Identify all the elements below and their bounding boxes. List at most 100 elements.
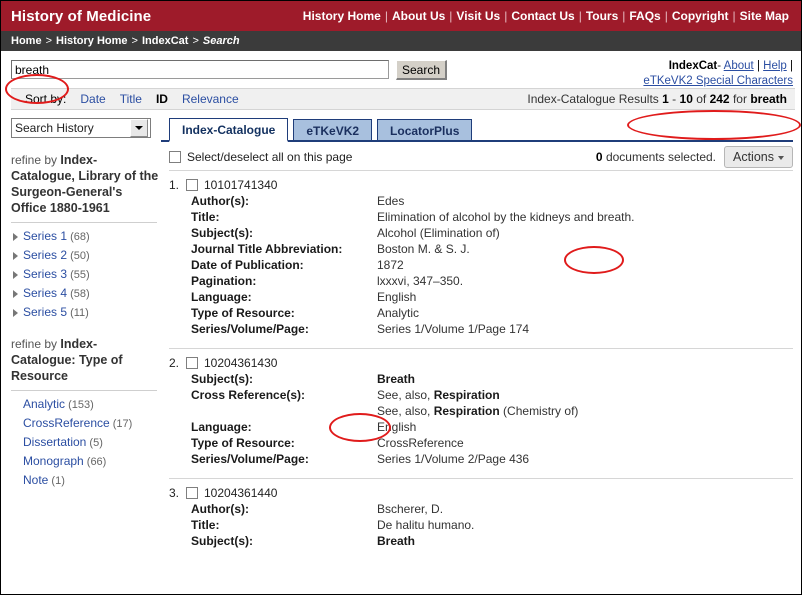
record-checkbox[interactable] [186,179,198,191]
facet-count: (1) [48,475,65,487]
facet-link-dissertation[interactable]: Dissertation [23,435,86,449]
field-value: Boston M. & S. J. [377,242,470,256]
field-label: Title: [191,518,220,532]
field-value-emphasis: Breath [377,534,416,548]
nav-item-about-us[interactable]: About Us [388,9,449,23]
breadcrumb: Home > History Home > IndexCat > Search [1,31,801,51]
breadcrumb-item-home[interactable]: Home [11,35,42,47]
field-value: Analytic [377,306,420,320]
select-all-checkbox[interactable] [169,151,181,163]
expand-triangle-icon[interactable] [13,270,18,279]
expand-triangle-icon[interactable] [13,308,18,317]
field-value: CrossReference [377,436,464,450]
record-checkbox[interactable] [186,357,198,369]
nav-item-copyright[interactable]: Copyright [668,9,733,23]
results-count: Index-Catalogue Results 1 - 10 of 242 fo… [527,92,787,106]
field-value: English [377,420,417,434]
facet-count: (58) [67,288,90,300]
results-panel: Index-Catalogue eTKeVK2 LocatorPlus Select… [161,118,801,554]
facet-group-title: refine by Index-Catalogue: Type of Resou… [11,336,161,384]
facet-link-series-3[interactable]: Series 3 [23,267,67,281]
actions-button[interactable]: Actions [724,146,793,168]
nav-item-contact-us[interactable]: Contact Us [507,9,578,23]
record-number: 2. [169,356,180,370]
record-checkbox[interactable] [186,487,198,499]
breadcrumb-item-indexcat[interactable]: IndexCat [142,35,188,47]
indexcat-links: IndexCat- About | Help | eTKeVK2 Special… [643,59,793,89]
field-label: Series/Volume/Page: [191,322,309,336]
site-title: History of Medicine [11,7,152,25]
result-record: 2. 10204361430 Subject(s): Breath Cross Refe… [161,349,793,472]
nav-item-faqs[interactable]: FAQs [625,9,664,23]
results-prefix: Index-Catalogue Results [527,92,659,106]
tab-etkevk2[interactable]: eTKeVK2 [293,119,373,140]
link-pipe-1: | [756,60,760,72]
nav-item-site-map[interactable]: Site Map [736,9,793,23]
tab-index-catalogue[interactable]: Index-Catalogue [169,118,289,142]
search-history-select[interactable]: Search History [11,118,151,138]
breadcrumb-item-history-home[interactable]: History Home [56,35,128,47]
field-value: See, also, Respiration (Chemistry of) [377,404,578,420]
facet-link-series-5[interactable]: Series 5 [23,305,67,319]
field-label: Author(s): [191,502,249,516]
facet-link-series-2[interactable]: Series 2 [23,248,67,262]
record-field-row: Subject(s): Breath [191,534,474,550]
facet-link-monograph[interactable]: Monograph [23,454,84,468]
sort-option-title[interactable]: Title [120,92,142,106]
sort-option-relevance[interactable]: Relevance [182,92,239,106]
record-number: 3. [169,486,180,500]
sort-option-date[interactable]: Date [80,92,105,106]
facet-divider [11,222,157,223]
help-link[interactable]: Help [763,60,787,72]
facet-link-note[interactable]: Note [23,473,48,487]
field-label: Cross Reference(s): [191,388,306,402]
facet-link-analytic[interactable]: Analytic [23,397,65,411]
field-value: Edes [377,194,405,208]
facet-link-series-1[interactable]: Series 1 [23,229,67,243]
field-label: Language: [191,290,252,304]
facet-item: CrossReference (17) [11,414,161,433]
special-characters-link[interactable]: eTKeVK2 Special Characters [643,75,793,87]
field-value: Bscherer, D. [377,502,444,516]
nav-item-history-home[interactable]: History Home [299,9,385,23]
field-label: Type of Resource: [191,306,295,320]
field-value: Elimination of alcohol by the kidneys an… [377,210,635,224]
search-button[interactable]: Search [396,60,448,80]
nav-item-visit-us[interactable]: Visit Us [452,9,504,23]
about-link[interactable]: About [724,60,754,72]
field-value: lxxxvi, 347–350. [377,274,464,288]
breadcrumb-item-search: Search [202,35,240,47]
field-label: Subject(s): [191,226,254,240]
record-field-row: Subject(s): Alcohol (Elimination of) [191,226,635,242]
field-value: 1872 [377,258,404,272]
record-id: 10204361440 [204,486,278,500]
tab-locatorplus[interactable]: LocatorPlus [377,119,473,140]
refine-prefix: refine by [11,153,61,167]
facet-item: Series 3 (55) [11,265,161,284]
result-record: 1. 10101741340 Author(s): Edes Title: Elimina… [161,171,793,342]
facet-count: (55) [67,269,90,281]
select-all-row: Select/deselect all on this page 0 docum… [161,142,793,170]
indexcat-brand: IndexCat [668,60,718,72]
facet-item: Series 1 (68) [11,227,161,246]
selected-count: 0 [595,150,603,164]
search-input[interactable] [11,60,389,79]
facet-count: (50) [67,250,90,262]
nav-item-tours[interactable]: Tours [582,9,622,23]
facet-divider [11,390,157,391]
facet-link-series-4[interactable]: Series 4 [23,286,67,300]
record-field-row: See, also, Respiration (Chemistry of) [191,404,578,420]
record-field-row: Series/Volume/Page: Series 1/Volume 2/Pag… [191,452,578,468]
facet-link-crossreference[interactable]: CrossReference [23,416,110,430]
expand-triangle-icon[interactable] [13,289,18,298]
facet-count: (66) [83,456,107,468]
facet-list: Series 1 (68) Series 2 (50) Series 3 (55) S… [11,227,161,322]
expand-triangle-icon[interactable] [13,251,18,260]
indexcat-dash: - [717,60,722,72]
expand-triangle-icon[interactable] [13,232,18,241]
indexcat-search-page: History of Medicine History Home | About U… [0,0,802,595]
field-label: Date of Publication: [191,258,304,272]
field-label [191,404,377,420]
sidebar: Search History refine by Index-Catalogue… [1,118,161,490]
search-row: Search IndexCat- About | Help | eTKeVK2 … [1,51,801,89]
